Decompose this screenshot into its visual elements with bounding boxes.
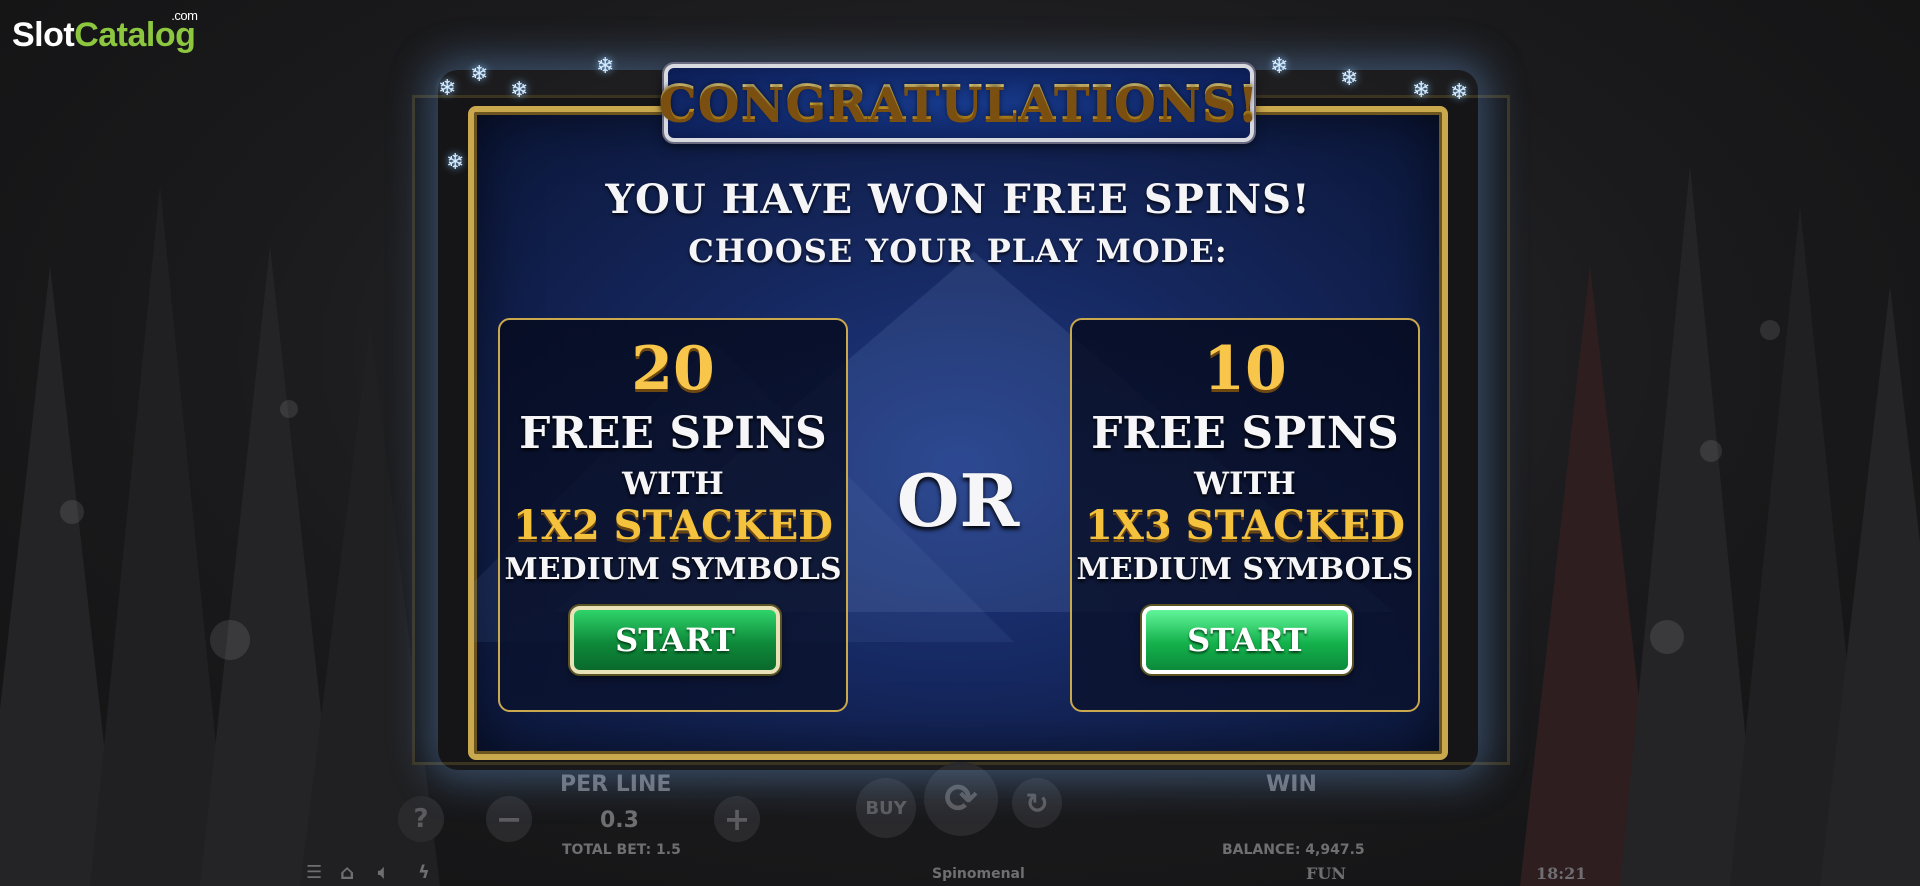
snowflake-icon: ❄ [438, 76, 457, 101]
lightning-icon[interactable]: ϟ [418, 862, 430, 883]
snowflake-icon: ❄ [596, 54, 615, 79]
home-icon[interactable]: ⌂ [340, 860, 354, 884]
snow-particle [60, 500, 84, 524]
snow-particle [1700, 440, 1722, 462]
snowflake-icon: ❄ [1450, 80, 1469, 105]
snowflake-icon: ❄ [1270, 54, 1289, 79]
autoplay-button[interactable]: ↻ [1012, 778, 1062, 828]
start-button-10-spins[interactable]: START [1142, 606, 1352, 674]
help-button[interactable]: ? [398, 796, 444, 842]
menu-icon[interactable]: ☰ [306, 862, 322, 883]
total-bet: TOTAL BET: 1.5 [562, 842, 681, 858]
spin-icon: ⟳ [944, 776, 978, 822]
snow-particle [1760, 320, 1780, 340]
bet-increase-button[interactable]: + [714, 796, 760, 842]
option-card-10-spins: 10 FREE SPINS WITH 1X3 STACKED MEDIUM SY… [1070, 318, 1420, 712]
win-label: WIN [1266, 772, 1317, 797]
clock: 18:21 [1536, 864, 1587, 883]
popup-subheadline: CHOOSE YOUR PLAY MODE: [688, 232, 1228, 270]
title-plate: CONGRATULATIONS! [659, 64, 1258, 142]
snowflake-icon: ❄ [446, 150, 465, 175]
snowflake-icon: ❄ [1412, 78, 1431, 103]
snowflake-icon: ❄ [510, 78, 529, 103]
snow-particle [1650, 620, 1684, 654]
provider-label: Spinomenal [932, 866, 1025, 882]
with-label: WITH [1194, 466, 1296, 502]
popup-headline: YOU HAVE WON FREE SPINS! [605, 176, 1311, 223]
start-button-20-spins[interactable]: START [570, 606, 780, 674]
popup-title: CONGRATULATIONS! [658, 75, 1260, 131]
bet-decrease-button[interactable]: − [486, 796, 532, 842]
balance: BALANCE: 4,947.5 [1222, 842, 1365, 858]
slotcatalog-logo: SlotCatalog .com [12, 8, 198, 54]
spin-count: 20 [631, 334, 715, 404]
free-spins-popup: YOU HAVE WON FREE SPINS! CHOOSE YOUR PLA… [468, 106, 1448, 760]
free-spins-label: FREE SPINS [519, 408, 827, 459]
tree-silhouette [1820, 286, 1920, 886]
sound-icon[interactable]: 🔈︎ [378, 862, 389, 883]
plus-icon: + [723, 800, 751, 838]
medium-symbols-label: MEDIUM SYMBOLS [1076, 552, 1414, 587]
mode-label: FUN [1306, 864, 1346, 883]
help-icon: ? [413, 804, 429, 834]
snowflake-icon: ❄ [1340, 66, 1359, 91]
spin-button[interactable]: ⟳ [924, 762, 998, 836]
stacked-label: 1X3 STACKED [1085, 502, 1405, 549]
autoplay-icon: ↻ [1025, 786, 1049, 820]
snow-particle [210, 620, 250, 660]
spin-count: 10 [1203, 334, 1287, 404]
buy-button[interactable]: BUY [856, 778, 916, 838]
snow-particle [280, 400, 298, 418]
free-spins-label: FREE SPINS [1091, 408, 1399, 459]
snowflake-icon: ❄ [470, 62, 489, 87]
minus-icon: − [495, 800, 523, 838]
per-line-label: PER LINE [560, 772, 672, 797]
per-line-value: 0.3 [600, 808, 639, 833]
medium-symbols-label: MEDIUM SYMBOLS [504, 552, 842, 587]
